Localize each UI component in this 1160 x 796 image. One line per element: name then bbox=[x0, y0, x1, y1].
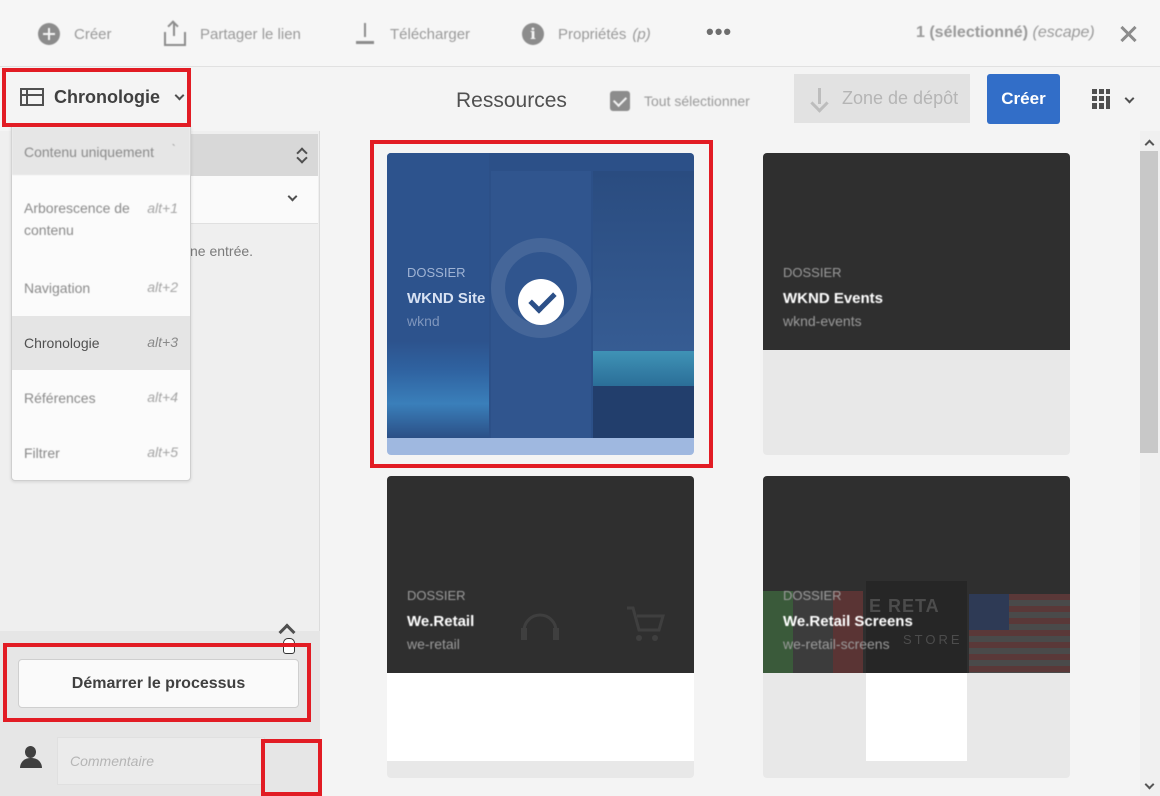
card-meta: DOSSIER WKND Site wknd bbox=[407, 265, 485, 329]
scroll-up-icon[interactable] bbox=[1144, 139, 1155, 150]
asset-card[interactable]: DOSSIER WKND Events wknd-events bbox=[763, 153, 1070, 455]
menu-item-shortcut: alt+4 bbox=[147, 389, 178, 405]
menu-item-label: Références bbox=[24, 390, 96, 406]
start-workflow-button[interactable]: Démarrer le processus bbox=[18, 659, 299, 708]
selection-count: 1 (sélectionné) (escape) bbox=[916, 24, 1095, 42]
card-type: DOSSIER bbox=[407, 265, 466, 280]
card-type: DOSSIER bbox=[783, 265, 842, 280]
properties-action[interactable]: Propriétés (p) bbox=[522, 22, 651, 46]
selection-count-label: 1 (sélectionné) bbox=[916, 24, 1029, 41]
rail-view-menu: Contenu uniquement ` Arborescence de con… bbox=[11, 126, 191, 481]
menu-item-label: Navigation bbox=[24, 280, 91, 296]
share-icon bbox=[164, 22, 186, 46]
share-link-label: Partager le lien bbox=[200, 25, 301, 43]
card-path: we-retail-screens bbox=[783, 636, 890, 652]
expand-timeline-button[interactable] bbox=[266, 612, 318, 660]
card-title: We.Retail Screens bbox=[783, 613, 913, 630]
create-action-label: Créer bbox=[74, 25, 112, 43]
thumbnail-tile bbox=[969, 594, 1009, 630]
select-all-label: Tout sélectionner bbox=[644, 93, 750, 109]
hand-cursor-icon bbox=[283, 638, 295, 654]
menu-item-filter[interactable]: Filtrer alt+5 bbox=[12, 426, 190, 480]
download-label: Télécharger bbox=[390, 25, 471, 43]
properties-label: Propriétés bbox=[558, 25, 627, 43]
card-title: WKND Site bbox=[407, 290, 486, 307]
scroll-down-icon[interactable] bbox=[1144, 779, 1155, 790]
menu-item-label: Chronologie bbox=[24, 335, 100, 351]
content-toolbar: Chronologie Ressources Tout sélectionner… bbox=[0, 67, 1160, 131]
download-icon bbox=[354, 23, 376, 45]
thumbnail-tile bbox=[593, 386, 694, 438]
menu-item-timeline[interactable]: Chronologie alt+3 bbox=[12, 316, 190, 370]
thumbnail-tile bbox=[593, 351, 694, 386]
asset-card[interactable]: E RETA STORE DOSSIER We.Retail Screens w… bbox=[763, 476, 1070, 778]
card-meta: DOSSIER We.Retail Screens we-retail-scre… bbox=[783, 588, 913, 652]
card-path: wknd bbox=[407, 313, 440, 329]
comment-input[interactable] bbox=[57, 737, 265, 785]
rail-empty-message: ne entrée. bbox=[190, 243, 254, 259]
card-type: DOSSIER bbox=[407, 588, 466, 603]
card-path: we-retail bbox=[407, 636, 460, 652]
updown-chevron-icon bbox=[296, 147, 306, 163]
action-bar: Créer Partager le lien Télécharger Propr… bbox=[0, 0, 1160, 67]
scrollbar-thumb[interactable] bbox=[1140, 151, 1158, 453]
menu-item-shortcut: alt+5 bbox=[147, 444, 178, 460]
card-title: WKND Events bbox=[783, 290, 884, 307]
asset-card[interactable]: DOSSIER WKND Site wknd bbox=[387, 153, 694, 455]
select-checkbox-icon bbox=[610, 91, 630, 111]
menu-item-label: Arborescence de contenu bbox=[24, 200, 130, 238]
dropzone-label: Zone de dépôt bbox=[842, 88, 959, 108]
chevron-down-icon bbox=[287, 191, 298, 202]
rail-toggle-label: Chronologie bbox=[54, 86, 160, 107]
select-all-button[interactable]: Tout sélectionner bbox=[610, 91, 750, 111]
card-footer bbox=[387, 673, 694, 761]
menu-item-references[interactable]: Références alt+4 bbox=[12, 371, 190, 425]
content-scrollbar[interactable] bbox=[1140, 131, 1160, 796]
panel-icon bbox=[20, 88, 44, 106]
create-action[interactable]: Créer bbox=[38, 22, 112, 46]
menu-item-label: Filtrer bbox=[24, 445, 60, 461]
card-footer bbox=[866, 673, 967, 761]
menu-item-shortcut: alt+3 bbox=[147, 334, 178, 350]
view-switcher[interactable] bbox=[1088, 89, 1148, 113]
menu-item-shortcut: alt+1 bbox=[147, 200, 178, 216]
menu-item-navigation[interactable]: Navigation alt+2 bbox=[12, 261, 190, 315]
menu-item-content-only[interactable]: Contenu uniquement ` bbox=[12, 127, 190, 175]
grid-view-icon bbox=[1092, 89, 1110, 109]
properties-shortcut: (p) bbox=[632, 25, 651, 43]
menu-item-shortcut: ` bbox=[171, 141, 176, 157]
download-action[interactable]: Télécharger bbox=[354, 22, 470, 46]
card-path: wknd-events bbox=[783, 313, 862, 329]
add-circle-icon bbox=[38, 23, 60, 45]
rail-toggle-button[interactable]: Chronologie bbox=[6, 69, 188, 125]
assets-grid: DOSSIER WKND Site wknd DOSSIER WKND Even… bbox=[320, 131, 1140, 796]
card-title: We.Retail bbox=[407, 613, 475, 630]
page-title: Ressources bbox=[456, 89, 567, 112]
menu-item-label: Contenu uniquement bbox=[24, 144, 154, 160]
checkmark-icon[interactable] bbox=[518, 279, 564, 325]
close-selection-icon[interactable] bbox=[1116, 22, 1140, 46]
arrow-down-icon bbox=[812, 87, 826, 110]
create-button[interactable]: Créer bbox=[987, 74, 1060, 124]
share-link-action[interactable]: Partager le lien bbox=[164, 22, 301, 46]
selection-escape-hint: (escape) bbox=[1032, 24, 1095, 41]
chevron-down-icon bbox=[174, 90, 185, 100]
card-meta: DOSSIER WKND Events wknd-events bbox=[783, 265, 883, 329]
thumbnail-tile bbox=[593, 171, 694, 351]
info-icon bbox=[522, 23, 544, 45]
more-actions-button[interactable]: ••• bbox=[706, 21, 732, 43]
card-meta: DOSSIER We.Retail we-retail bbox=[407, 588, 474, 652]
asset-card[interactable]: DOSSIER We.Retail we-retail bbox=[387, 476, 694, 778]
user-icon bbox=[20, 746, 42, 770]
chevron-down-icon bbox=[1124, 93, 1135, 104]
card-type: DOSSIER bbox=[783, 588, 842, 603]
menu-item-shortcut: alt+2 bbox=[147, 279, 178, 295]
dropzone-button[interactable]: Zone de dépôt bbox=[794, 74, 970, 123]
menu-item-content-tree[interactable]: Arborescence de contenu alt+1 bbox=[12, 197, 190, 245]
